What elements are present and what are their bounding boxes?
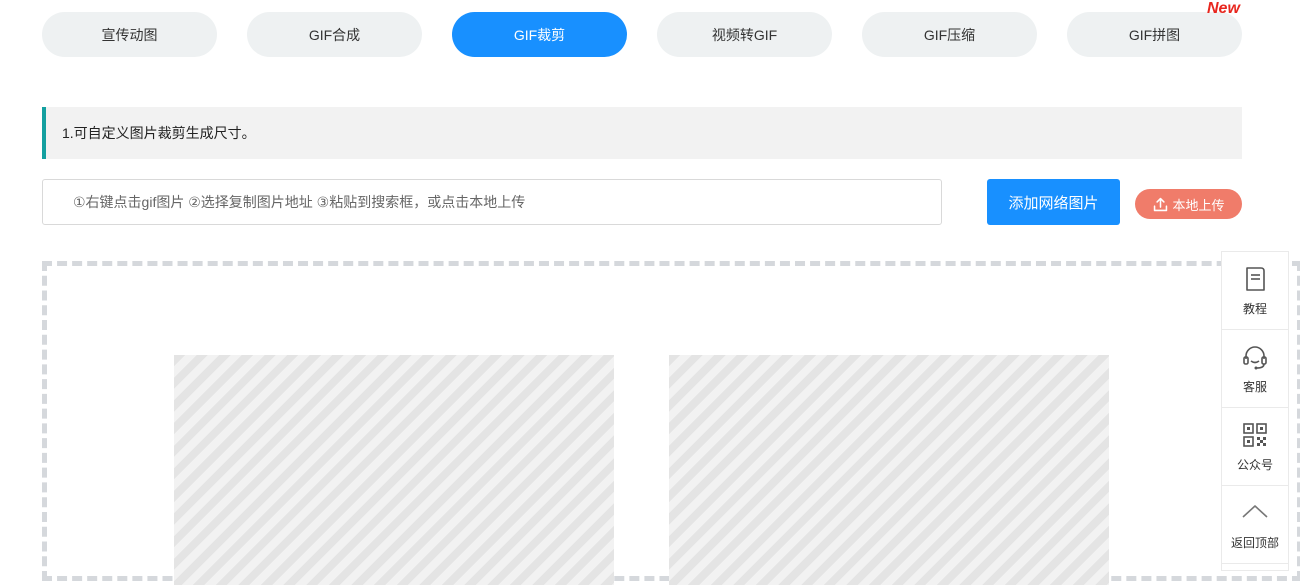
cropped-image-preview <box>669 355 1109 585</box>
document-icon <box>1246 267 1265 291</box>
sidebar-item-official-account[interactable]: 公众号 <box>1222 408 1288 486</box>
notice-text: 1.可自定义图片裁剪生成尺寸。 <box>62 125 256 141</box>
add-web-image-button[interactable]: 添加网络图片 <box>987 179 1120 225</box>
local-upload-button[interactable]: 本地上传 <box>1135 189 1242 219</box>
tab-gif-compress[interactable]: GIF压缩 <box>862 12 1037 57</box>
sidebar-item-label: 返回顶部 <box>1230 536 1279 550</box>
headset-icon <box>1243 346 1267 370</box>
floating-sidebar: 教程 客服 公众号 返回顶部 <box>1221 251 1289 571</box>
original-image-preview <box>174 355 614 585</box>
tab-gif-compose[interactable]: GIF合成 <box>247 12 422 57</box>
tab-promo-gif[interactable]: 宣传动图 <box>42 12 217 57</box>
tool-tabs: 宣传动图 GIF合成 GIF裁剪 视频转GIF GIF压缩 GIF拼图 <box>42 12 1242 57</box>
chevron-up-icon <box>1242 505 1268 518</box>
notice-box: 1.可自定义图片裁剪生成尺寸。 <box>42 107 1242 159</box>
sidebar-item-back-to-top[interactable]: 返回顶部 <box>1222 486 1288 564</box>
sidebar-item-label: 客服 <box>1242 380 1267 394</box>
upload-icon <box>1154 197 1168 211</box>
sidebar-item-tutorial[interactable]: 教程 <box>1222 252 1288 330</box>
sidebar-item-label: 教程 <box>1242 302 1267 316</box>
image-url-input[interactable] <box>42 179 942 225</box>
tab-gif-collage[interactable]: GIF拼图 <box>1067 12 1242 57</box>
tab-gif-crop[interactable]: GIF裁剪 <box>452 12 627 57</box>
new-badge: New <box>1207 0 1240 17</box>
sidebar-item-label: 公众号 <box>1236 458 1273 472</box>
sidebar-item-service[interactable]: 客服 <box>1222 330 1288 408</box>
qrcode-icon <box>1243 423 1267 447</box>
tab-video-to-gif[interactable]: 视频转GIF <box>657 12 832 57</box>
local-upload-label: 本地上传 <box>1172 197 1225 213</box>
